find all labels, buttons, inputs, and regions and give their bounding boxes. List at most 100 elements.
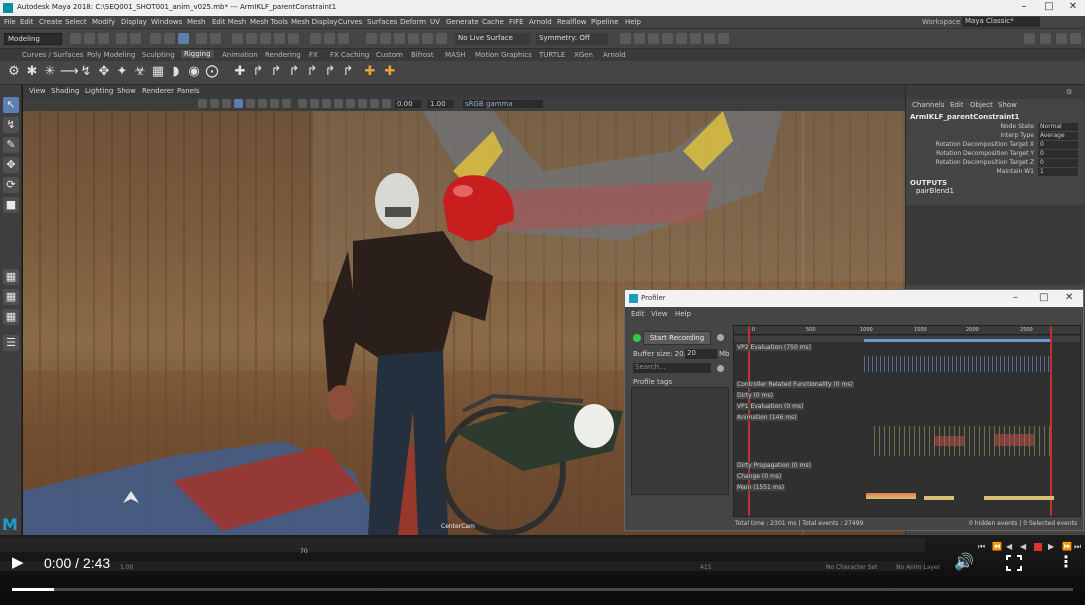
gate-icon[interactable] bbox=[334, 99, 343, 108]
main-event-bar[interactable] bbox=[924, 496, 954, 500]
play-icon[interactable]: ▶ bbox=[12, 553, 24, 571]
shelf-tab[interactable]: Animation bbox=[222, 51, 258, 59]
start-recording-button[interactable]: Start Recording bbox=[643, 331, 711, 345]
menu-item[interactable]: Select bbox=[65, 18, 87, 26]
viewport-menu-item[interactable]: Lighting bbox=[85, 87, 113, 95]
render-icon[interactable] bbox=[366, 33, 377, 44]
category-label[interactable]: Controller Related Functionality (0 ms) bbox=[736, 381, 854, 388]
category-label[interactable]: VP2 Evaluation (750 ms) bbox=[736, 344, 813, 351]
snap-point-icon[interactable] bbox=[260, 33, 271, 44]
symmetry-select[interactable]: Symmetry: Off bbox=[536, 33, 608, 45]
color-space-select[interactable]: sRGB gamma bbox=[463, 100, 543, 108]
range-slider[interactable] bbox=[0, 561, 925, 571]
exposure-field[interactable]: 0.00 bbox=[395, 100, 421, 108]
viewport-menu-item[interactable]: View bbox=[29, 87, 46, 95]
pole-vector-icon[interactable]: ↱ bbox=[340, 64, 356, 80]
shelf-tab[interactable]: TURTLE bbox=[539, 51, 565, 59]
locator-icon[interactable]: ✚ bbox=[232, 64, 248, 80]
select-object-icon[interactable] bbox=[164, 33, 175, 44]
settings-icon[interactable] bbox=[717, 334, 724, 341]
menuset-select[interactable]: Modeling bbox=[4, 33, 62, 45]
close-icon[interactable]: ✕ bbox=[1065, 292, 1073, 303]
ao-icon[interactable] bbox=[282, 99, 291, 108]
channel-menu-item[interactable]: Show bbox=[998, 101, 1017, 109]
menu-item[interactable]: Create bbox=[39, 18, 62, 26]
profiler-menu-item[interactable]: Edit bbox=[631, 310, 645, 318]
step-back-key-icon[interactable]: ⏪ bbox=[992, 542, 1002, 551]
character-set[interactable]: No Character Set bbox=[826, 564, 877, 571]
layout-icon[interactable] bbox=[1040, 33, 1051, 44]
viewport-menu-item[interactable]: Renderer bbox=[142, 87, 174, 95]
attribute-value[interactable]: 0 bbox=[1038, 159, 1078, 167]
snap-plane-icon[interactable] bbox=[288, 33, 299, 44]
menu-item[interactable]: FIFE bbox=[509, 18, 524, 26]
menu-item[interactable]: Mesh Display bbox=[291, 18, 337, 26]
panel-icon[interactable] bbox=[676, 33, 687, 44]
fullscreen-icon[interactable] bbox=[1006, 555, 1022, 571]
smooth-shade-icon[interactable] bbox=[234, 99, 243, 108]
attribute-value[interactable]: 0 bbox=[1038, 141, 1078, 149]
isolate-icon[interactable] bbox=[298, 99, 307, 108]
layout-icon[interactable] bbox=[1056, 33, 1067, 44]
play-forward-icon[interactable]: ▶ bbox=[1048, 542, 1054, 551]
select-component-icon[interactable] bbox=[178, 33, 189, 44]
more-options-icon[interactable]: ⋮ bbox=[1058, 552, 1074, 571]
layout-icon[interactable] bbox=[1024, 33, 1035, 44]
ipr-render-icon[interactable] bbox=[380, 33, 391, 44]
close-icon[interactable]: ✕ bbox=[1061, 1, 1085, 12]
menu-item[interactable]: Generate bbox=[446, 18, 479, 26]
buffer-size-input[interactable]: 20 bbox=[685, 349, 717, 359]
bind-skin-icon[interactable]: ▦ bbox=[150, 64, 166, 80]
plus-icon[interactable]: ✚ bbox=[362, 64, 378, 80]
main-event-bar[interactable] bbox=[984, 496, 1054, 500]
shelf-tab[interactable]: Custom bbox=[376, 51, 403, 59]
ik-handle-icon[interactable]: ⟶ bbox=[60, 64, 79, 80]
shelf-tab[interactable]: XGen bbox=[574, 51, 593, 59]
workspace-select[interactable]: Maya Classic* bbox=[962, 17, 1040, 27]
menu-item[interactable]: Mesh Tools bbox=[250, 18, 288, 26]
aim-constraint-icon[interactable]: ↱ bbox=[322, 64, 338, 80]
clear-search-icon[interactable] bbox=[717, 365, 724, 372]
category-label[interactable]: Main (1551 ms) bbox=[736, 484, 786, 491]
layout-single-icon[interactable]: ▦ bbox=[3, 269, 19, 285]
panel-icon[interactable] bbox=[634, 33, 645, 44]
gamma-field[interactable]: 1.00 bbox=[428, 100, 454, 108]
render-view-icon[interactable] bbox=[422, 33, 433, 44]
shelf-tab[interactable]: Sculpting bbox=[142, 51, 175, 59]
human-ik-icon[interactable]: ✥ bbox=[96, 64, 112, 80]
resolution-gate-icon[interactable] bbox=[358, 99, 367, 108]
quick-rig-icon[interactable]: ✦ bbox=[114, 64, 130, 80]
paint-weights-icon[interactable]: ◗ bbox=[168, 64, 184, 80]
play-back-icon[interactable]: ◀ bbox=[1020, 542, 1026, 551]
lasso-icon[interactable] bbox=[196, 33, 207, 44]
settings-icon[interactable]: ⚙ bbox=[1066, 88, 1072, 96]
shelf-tab[interactable]: Poly Modeling bbox=[87, 51, 135, 59]
maximize-icon[interactable]: □ bbox=[1039, 292, 1048, 303]
category-label[interactable]: Dirty Propagation (0 ms) bbox=[736, 462, 812, 469]
attribute-value[interactable]: Average bbox=[1038, 132, 1078, 140]
menu-item[interactable]: Edit Mesh bbox=[212, 18, 246, 26]
outputs-icon[interactable] bbox=[338, 33, 349, 44]
rotate-tool-icon[interactable]: ⟳ bbox=[3, 177, 19, 193]
lasso-tool-icon[interactable]: ↯ bbox=[3, 117, 19, 133]
select-hierarchy-icon[interactable] bbox=[150, 33, 161, 44]
history-icon[interactable] bbox=[310, 33, 321, 44]
shelf-tab[interactable]: MASH bbox=[445, 51, 466, 59]
scale-tool-icon[interactable]: ■ bbox=[3, 197, 19, 213]
profiler-graph[interactable]: 0 500 1000 1500 2000 2500 VP2 Evaluation… bbox=[733, 325, 1081, 517]
shelf-tab[interactable]: Curves / Surfaces bbox=[22, 51, 83, 59]
snap-curve-icon[interactable] bbox=[246, 33, 257, 44]
attribute-value[interactable]: 0 bbox=[1038, 150, 1078, 158]
profiler-menu-item[interactable]: View bbox=[651, 310, 668, 318]
menu-item[interactable]: File bbox=[4, 18, 16, 26]
panel-icon[interactable] bbox=[662, 33, 673, 44]
select-tool-icon[interactable]: ↖ bbox=[3, 97, 19, 113]
attribute-value[interactable]: Normal bbox=[1038, 123, 1078, 131]
menu-item[interactable]: Deform bbox=[400, 18, 426, 26]
menu-item[interactable]: Cache bbox=[482, 18, 504, 26]
category-label[interactable]: Change (0 ms) bbox=[736, 473, 783, 480]
move-tool-icon[interactable]: ✥ bbox=[3, 157, 19, 173]
step-forward-icon[interactable]: ⏩ bbox=[1062, 542, 1072, 551]
safe-title-icon[interactable] bbox=[382, 99, 391, 108]
menu-item[interactable]: Surfaces bbox=[367, 18, 397, 26]
